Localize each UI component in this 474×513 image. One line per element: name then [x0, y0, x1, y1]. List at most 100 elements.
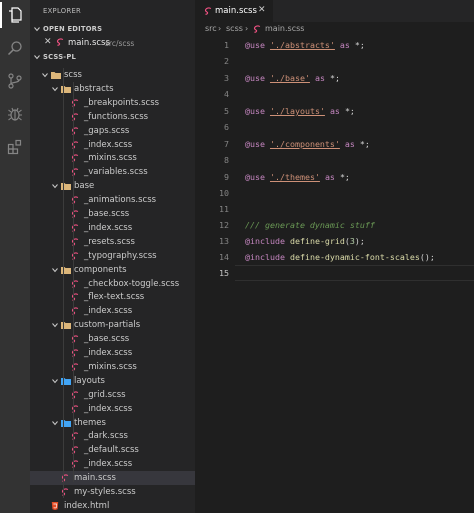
file-item[interactable]: _index.scss	[30, 457, 195, 471]
breadcrumb: src › scss › main.scss	[195, 22, 474, 37]
file-name: _breakpoints.scss	[84, 97, 160, 108]
file-item[interactable]: _index.scss	[30, 138, 195, 152]
file-name: _resets.scss	[84, 236, 135, 247]
close-editor-icon[interactable]: ✕	[44, 37, 52, 47]
html-file-icon	[51, 501, 59, 510]
line-number: 2	[224, 56, 229, 66]
file-item[interactable]: _mixins.scss	[30, 360, 195, 374]
file-name: my-styles.scss	[74, 487, 136, 497]
open-editor-path: src/scss	[105, 38, 135, 48]
file-item[interactable]: my-styles.scss	[30, 485, 195, 499]
workspace-header[interactable]: SCSS-PL	[30, 52, 195, 64]
folder-item[interactable]: components	[30, 263, 195, 277]
line-number: 12	[219, 220, 229, 230]
indent-guide	[73, 82, 74, 482]
file-item[interactable]: _index.scss	[30, 304, 195, 318]
open-editors-header[interactable]: OPEN EDITORS	[30, 24, 195, 36]
sass-file-icon	[56, 38, 64, 46]
chevron-down-icon	[52, 184, 58, 189]
file-item[interactable]: _index.scss	[30, 346, 195, 360]
file-name: main.scss	[74, 473, 116, 484]
file-name: _flex-text.scss	[84, 292, 145, 303]
file-name: _variables.scss	[84, 167, 148, 178]
breadcrumb-sass-icon	[253, 24, 261, 33]
code-line-1: @use './abstracts' as *;	[245, 40, 365, 50]
search-icon[interactable]	[7, 40, 23, 56]
code-line-9: @use './themes' as *;	[245, 172, 350, 182]
file-item[interactable]: index.html	[30, 499, 195, 513]
file-name: _index.scss	[84, 139, 133, 150]
close-tab-icon[interactable]: ✕	[258, 5, 266, 15]
folder-name: abstracts	[74, 83, 114, 94]
chevron-down-icon	[34, 55, 40, 60]
code-line-12: /// generate dynamic stuff	[245, 220, 375, 230]
extensions-icon[interactable]	[7, 139, 23, 155]
explorer-title: EXPLORER	[43, 7, 82, 15]
file-name: _mixins.scss	[84, 361, 137, 372]
folder-name: components	[74, 264, 127, 275]
file-item[interactable]: _breakpoints.scss	[30, 96, 195, 110]
file-item[interactable]: _typography.scss	[30, 249, 195, 263]
folder-open-icon	[51, 71, 61, 79]
file-item[interactable]: _animations.scss	[30, 193, 195, 207]
code-line-13: @include define-grid(3);	[245, 236, 365, 246]
line-number: 1	[224, 40, 229, 50]
file-item[interactable]: _gaps.scss	[30, 124, 195, 138]
folder-item[interactable]: scss	[30, 68, 195, 82]
breadcrumb-file[interactable]: main.scss	[265, 24, 304, 33]
open-editor-item[interactable]: ✕ main.scss src/scss	[30, 37, 195, 50]
folder-item[interactable]: layouts	[30, 374, 195, 388]
explorer-sidebar: EXPLORER OPEN EDITORS ✕ main.scss src/sc…	[30, 0, 195, 513]
explorer-icon[interactable]	[7, 7, 23, 23]
file-item[interactable]: _mixins.scss	[30, 151, 195, 165]
tab-label: main.scss	[215, 6, 257, 16]
file-name: index.html	[64, 500, 110, 511]
line-number: 8	[224, 155, 229, 165]
breadcrumb-separator: ›	[245, 24, 249, 33]
activity-bar	[0, 0, 30, 513]
code-line-5: @use './layouts' as *;	[245, 106, 355, 116]
file-item[interactable]: _variables.scss	[30, 165, 195, 179]
active-indicator	[0, 2, 2, 28]
line-number: 13	[219, 236, 229, 246]
file-name: _dark.scss	[84, 431, 128, 442]
file-item[interactable]: _index.scss	[30, 221, 195, 235]
file-item[interactable]: _functions.scss	[30, 110, 195, 124]
file-item[interactable]: _checkbox-toggle.scss	[30, 277, 195, 291]
tab-bar: main.scss ✕	[195, 0, 474, 22]
file-item[interactable]: _base.scss	[30, 207, 195, 221]
chevron-down-icon	[52, 378, 58, 384]
folder-item[interactable]: themes	[30, 416, 195, 430]
chevron-down-icon	[42, 73, 48, 78]
source-control-icon[interactable]	[7, 73, 23, 89]
debug-icon[interactable]	[7, 106, 23, 122]
folder-name: custom-partials	[74, 320, 141, 331]
folder-item[interactable]: base	[30, 179, 195, 193]
file-item[interactable]: _index.scss	[30, 402, 195, 416]
tab-main-scss[interactable]: main.scss ✕	[195, 0, 273, 22]
line-number: 3	[224, 73, 229, 83]
line-number: 9	[224, 172, 229, 182]
file-name: _index.scss	[84, 222, 133, 233]
file-item[interactable]: _flex-text.scss	[30, 290, 195, 304]
line-number: 14	[219, 252, 229, 262]
code-line-7: @use './components' as *;	[245, 139, 370, 149]
file-item[interactable]: _base.scss	[30, 332, 195, 346]
file-item[interactable]: _grid.scss	[30, 388, 195, 402]
line-number: 4	[224, 89, 229, 99]
folder-item[interactable]: custom-partials	[30, 318, 195, 332]
file-item[interactable]: _default.scss	[30, 443, 195, 457]
chevron-down-icon	[52, 323, 58, 328]
line-number: 11	[219, 204, 229, 214]
breadcrumb-scss[interactable]: scss	[226, 24, 243, 33]
breadcrumb-src[interactable]: src	[205, 24, 217, 33]
file-item[interactable]: _dark.scss	[30, 429, 195, 443]
file-item[interactable]: main.scss	[30, 471, 195, 486]
chevron-down-icon	[52, 267, 58, 272]
code-editor[interactable]: @use './abstracts' as *; @use './base' a…	[245, 37, 474, 513]
file-item[interactable]: _resets.scss	[30, 235, 195, 249]
file-name: _grid.scss	[84, 389, 126, 400]
indent-guide	[63, 68, 64, 498]
folder-item[interactable]: abstracts	[30, 82, 195, 96]
sass-file-icon	[204, 7, 212, 15]
